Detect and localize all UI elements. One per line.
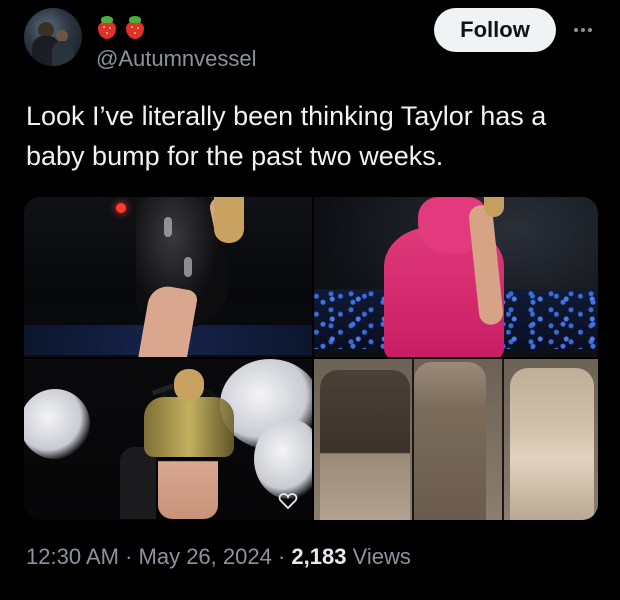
tweet-time[interactable]: 12:30 AM (26, 544, 119, 569)
avatar[interactable] (24, 8, 82, 66)
media-photo-3[interactable] (24, 359, 312, 520)
display-name[interactable] (96, 14, 146, 40)
media-grid (24, 197, 598, 520)
media-photo-4[interactable] (314, 359, 598, 520)
tweet-meta: 12:30 AM · May 26, 2024 · 2,183 Views (26, 544, 411, 570)
views-count: 2,183 (291, 544, 347, 569)
ellipsis-icon[interactable] (570, 22, 596, 38)
strawberry-icon (124, 15, 146, 39)
tweet-text: Look I’ve literally been thinking Taylor… (26, 101, 547, 171)
tweet-date[interactable]: May 26, 2024 (139, 544, 272, 569)
user-handle[interactable]: @Autumnvessel (96, 46, 257, 72)
media-photo-2[interactable] (314, 197, 598, 357)
heart-outline-icon (278, 493, 298, 510)
follow-button[interactable]: Follow (434, 8, 556, 52)
views-label: Views (346, 544, 411, 569)
media-photo-1[interactable] (24, 197, 312, 357)
strawberry-icon (96, 15, 118, 39)
meta-separator: · (271, 544, 292, 569)
meta-separator: · (118, 544, 139, 569)
